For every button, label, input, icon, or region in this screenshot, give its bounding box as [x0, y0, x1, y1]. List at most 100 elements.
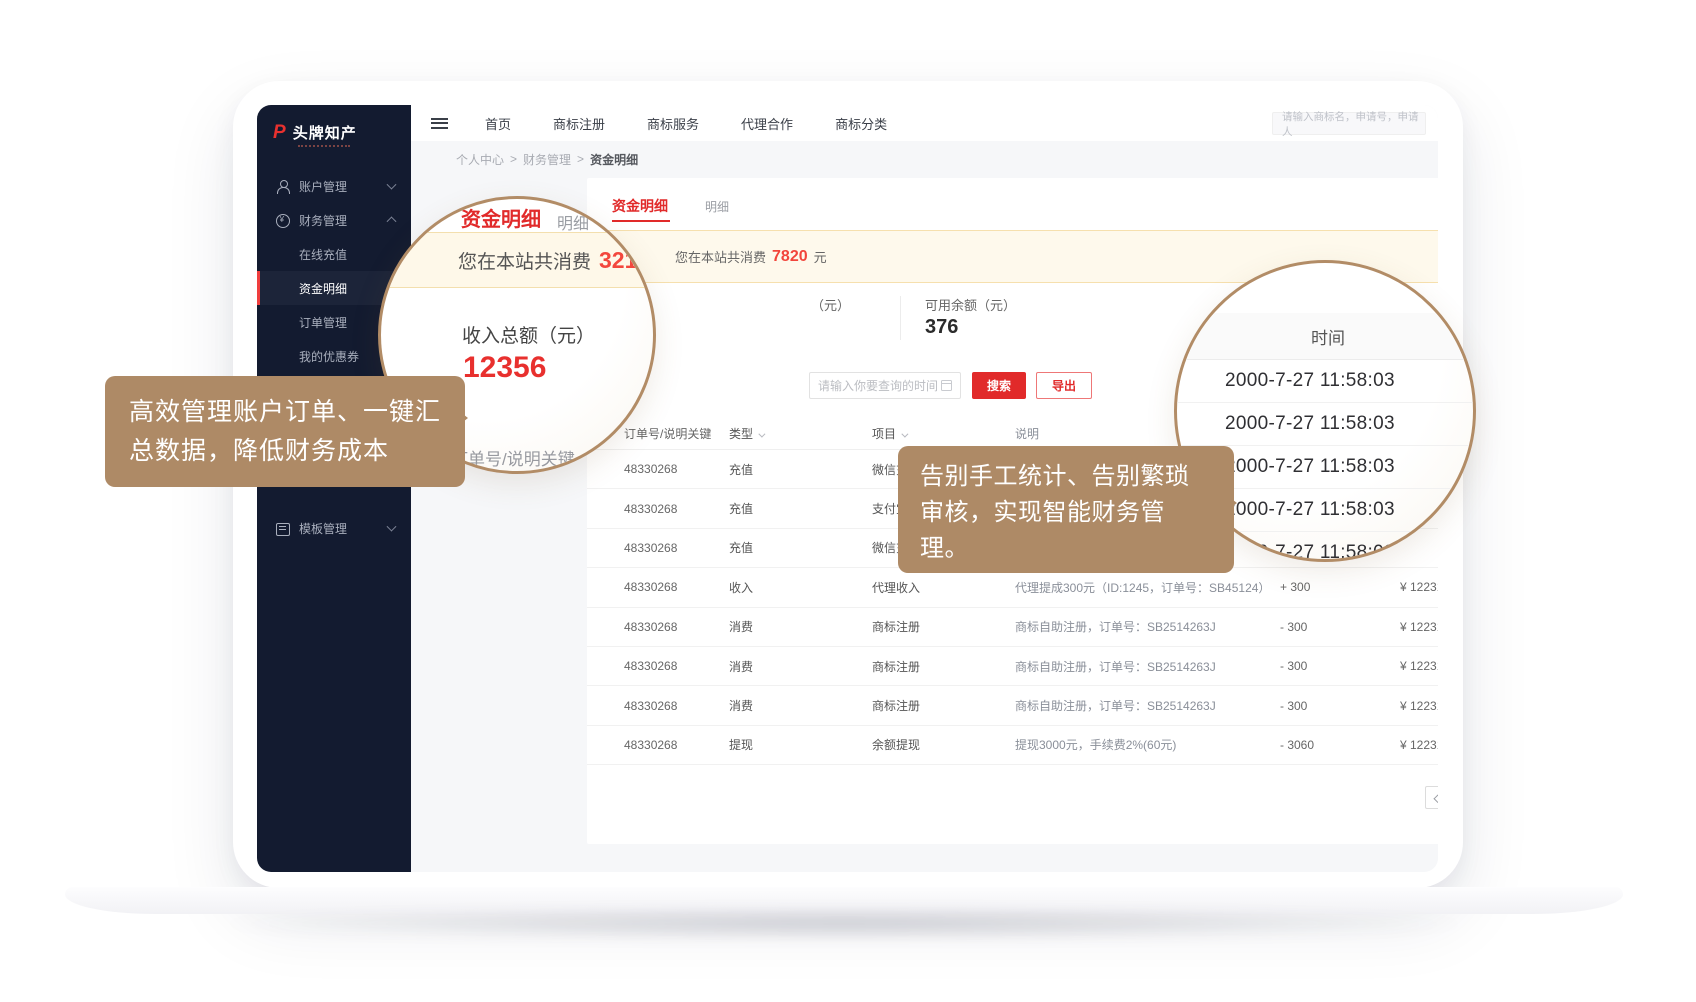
banner-amount: 7820	[772, 248, 808, 266]
sidebar-item-label: 资金明细	[299, 280, 347, 297]
callout-bubble-right: 告别手工统计、告别繁琐审核，实现智能财务管理。	[898, 446, 1234, 573]
cell-order: 48330268	[587, 462, 729, 476]
table-row: 48330268 消费 商标注册 商标自助注册，订单号：SB2514263J -…	[587, 647, 1438, 686]
finance-icon	[276, 214, 289, 227]
logo-icon: P	[273, 123, 286, 142]
col-header-project-label: 项目	[872, 427, 896, 441]
tab-trademark-register[interactable]: 商标注册	[553, 114, 605, 133]
magnified-tab-fragment: 明细	[557, 210, 589, 234]
sidebar-item-label: 我的优惠券	[299, 348, 359, 365]
cell-project: 商标注册	[872, 697, 1015, 714]
tab-trademark-categories[interactable]: 商标分类	[835, 114, 887, 133]
logo: P 头牌知产	[257, 105, 411, 143]
table-row: 48330268 提现 余额提现 提现3000元，手续费2%(60元) - 30…	[587, 726, 1438, 765]
magnified-tab-title: 资金明细	[461, 203, 541, 232]
breadcrumb-personal-center[interactable]: 个人中心	[456, 151, 504, 168]
magnified-consumption-banner: 您在本站共消费 32124	[378, 232, 656, 288]
tab-home[interactable]: 首页	[485, 114, 511, 133]
cell-order: 48330268	[587, 541, 729, 555]
magnified-banner-amount: 32124	[599, 247, 656, 274]
magnified-banner-prefix: 您在本站共消费	[458, 247, 591, 274]
cell-order: 48330268	[587, 580, 729, 594]
sidebar-item-label: 账户管理	[299, 178, 347, 195]
magnified-income-label: 收入总额（元）	[462, 321, 595, 348]
tab-agent-cooperation[interactable]: 代理合作	[741, 114, 793, 133]
magnified-time-header: 时间	[1177, 313, 1476, 360]
pagination: 1 2 3 4 5	[1425, 786, 1438, 809]
cell-desc: 商标自助注册，订单号：SB2514263J	[1015, 618, 1280, 635]
cell-type: 提现	[729, 736, 872, 753]
top-navbar: 首页 商标注册 商标服务 代理合作 商标分类 请输入商标名，申请号，申请人	[411, 105, 1438, 141]
trademark-search-input[interactable]: 请输入商标名，申请号，申请人	[1272, 112, 1426, 135]
logo-tagline-dots	[298, 145, 350, 147]
cell-desc: 商标自助注册，订单号：SB2514263J	[1015, 697, 1280, 714]
breadcrumb: 个人中心 > 财务管理 > 资金明细	[411, 141, 1438, 177]
sidebar-item-label: 财务管理	[299, 212, 347, 229]
cell-balance: ¥ 12231	[1400, 738, 1438, 752]
callout-bubble-left: 高效管理账户订单、一键汇总数据，降低财务成本	[105, 376, 465, 487]
cell-project: 商标注册	[872, 658, 1015, 675]
magnified-time-row: 2000-7-27 11:58:03	[1177, 403, 1476, 446]
cell-order: 48330268	[587, 659, 729, 673]
cell-amount: + 300	[1280, 580, 1400, 594]
export-button[interactable]: 导出	[1036, 372, 1092, 399]
cell-amount: - 300	[1280, 659, 1400, 673]
sidebar-item-templates[interactable]: 模板管理	[257, 511, 411, 545]
stage: P 头牌知产 账户管理 财务管理 在线充	[0, 0, 1696, 1002]
cell-order: 48330268	[587, 738, 729, 752]
sidebar-item-account[interactable]: 账户管理	[257, 169, 411, 203]
cell-type: 消费	[729, 697, 872, 714]
cell-project: 商标注册	[872, 618, 1015, 635]
col-header-project[interactable]: 项目	[872, 425, 1015, 442]
magnified-order-header-fragment: 订单号/说明关键	[451, 445, 575, 470]
card-tab-fund-details[interactable]: 资金明细	[612, 196, 668, 216]
stat-expense-label-fragment: （元）	[811, 295, 850, 314]
search-button[interactable]: 搜索	[972, 372, 1026, 399]
magnified-income-value: 12356	[463, 351, 546, 385]
cell-type: 消费	[729, 618, 872, 635]
cell-amount: - 300	[1280, 699, 1400, 713]
chevron-up-icon	[387, 216, 397, 226]
available-balance-label: 可用余额（元）	[925, 295, 1016, 314]
sort-chevron-icon	[901, 431, 908, 438]
time-query-placeholder: 请输入你要查询的时间	[818, 377, 941, 394]
search-placeholder: 请输入商标名，申请号，申请人	[1282, 109, 1425, 139]
template-icon	[276, 522, 289, 535]
user-icon	[276, 180, 289, 193]
table-row: 48330268 收入 代理收入 代理提成300元（ID:1245，订单号：SB…	[587, 568, 1438, 607]
cell-type: 充值	[729, 500, 872, 517]
sidebar-item-label: 模板管理	[299, 520, 347, 537]
cell-balance: ¥ 12231	[1400, 620, 1438, 634]
cell-balance: ¥ 12231	[1400, 699, 1438, 713]
cell-amount: - 300	[1280, 620, 1400, 634]
table-row: 48330268 消费 商标注册 商标自助注册，订单号：SB2514263J -…	[587, 686, 1438, 725]
tab-trademark-services[interactable]: 商标服务	[647, 114, 699, 133]
card-tab-fragment: 明细	[705, 198, 729, 215]
cell-project: 余额提现	[872, 736, 1015, 753]
available-balance-value: 376	[925, 316, 958, 339]
chevron-down-icon	[387, 522, 397, 532]
magnified-time-row: 2000-7-27 11:58:03	[1177, 360, 1476, 403]
sidebar: P 头牌知产 账户管理 财务管理 在线充	[257, 105, 411, 872]
breadcrumb-finance[interactable]: 财务管理	[523, 151, 571, 168]
sidebar-item-label: 订单管理	[299, 314, 347, 331]
col-header-type-label: 类型	[729, 427, 753, 441]
cell-order: 48330268	[587, 502, 729, 516]
stat-divider	[900, 296, 901, 340]
hamburger-menu-icon[interactable]	[431, 118, 448, 129]
cell-type: 充值	[729, 461, 872, 478]
banner-suffix: 元	[814, 247, 827, 266]
breadcrumb-separator: >	[510, 152, 517, 166]
cell-desc: 代理提成300元（ID:1245，订单号：SB45124）	[1015, 579, 1280, 596]
chevron-down-icon	[387, 180, 397, 190]
breadcrumb-separator: >	[577, 152, 584, 166]
calendar-icon	[941, 380, 952, 391]
col-header-type[interactable]: 类型	[729, 425, 872, 442]
time-query-input[interactable]: 请输入你要查询的时间	[809, 372, 961, 399]
cell-order: 48330268	[587, 699, 729, 713]
pagination-prev-button[interactable]	[1425, 786, 1438, 809]
banner-prefix: 您在本站共消费	[675, 247, 766, 266]
breadcrumb-current: 资金明细	[590, 151, 638, 168]
cell-balance: ¥ 12231	[1400, 659, 1438, 673]
cell-desc: 提现3000元，手续费2%(60元)	[1015, 736, 1280, 753]
